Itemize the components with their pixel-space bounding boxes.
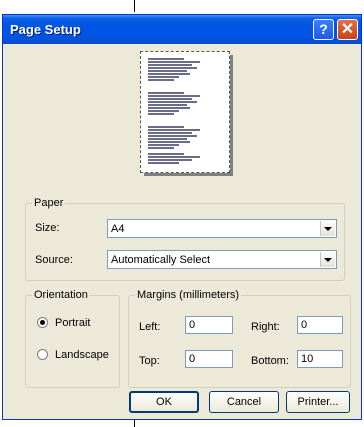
close-button[interactable]: ✕: [337, 19, 358, 40]
bottom-margin-label: Bottom:: [251, 355, 289, 367]
chevron-down-icon[interactable]: [320, 221, 335, 236]
landscape-radio[interactable]: [37, 349, 48, 360]
paper-group: Paper: [25, 196, 345, 281]
margins-group-label: Margins (millimeters): [135, 288, 242, 302]
page-preview: [140, 51, 230, 173]
right-margin-input[interactable]: 0: [297, 316, 343, 334]
top-margin-label: Top:: [139, 355, 160, 367]
bottom-margin-input[interactable]: 10: [297, 350, 343, 368]
help-icon: ?: [319, 21, 328, 37]
margins-group: Margins (millimeters): [128, 288, 351, 388]
portrait-label[interactable]: Portrait: [55, 316, 90, 330]
preview-text-block: [148, 92, 200, 123]
radio-selected-dot: [40, 320, 45, 325]
help-button[interactable]: ?: [313, 19, 334, 40]
preview-text-block: [148, 153, 200, 167]
orientation-group: Orientation: [25, 288, 120, 388]
preview-text-block: [148, 58, 200, 89]
preview-shadow: [230, 55, 233, 175]
source-label: Source:: [35, 254, 73, 266]
source-value: Automatically Select: [111, 254, 211, 266]
preview-shadow: [144, 173, 233, 176]
size-label: Size:: [35, 222, 60, 234]
size-select[interactable]: A4: [107, 219, 337, 238]
right-margin-label: Right:: [251, 321, 280, 333]
cancel-button[interactable]: Cancel: [209, 391, 279, 413]
paper-group-label: Paper: [32, 196, 66, 210]
left-margin-label: Left:: [139, 321, 161, 333]
source-select[interactable]: Automatically Select: [107, 250, 337, 269]
orientation-group-label: Orientation: [32, 288, 90, 302]
top-margin-input[interactable]: 0: [185, 350, 233, 368]
portrait-radio[interactable]: [37, 317, 48, 328]
chevron-down-icon[interactable]: [320, 252, 335, 267]
left-margin-input[interactable]: 0: [185, 316, 233, 334]
title-bar[interactable]: Page Setup ? ✕: [3, 15, 361, 44]
landscape-label[interactable]: Landscape: [55, 348, 109, 362]
size-value: A4: [111, 223, 125, 235]
page-setup-dialog: Page Setup ? ✕ Paper Size: A4 Source: Au…: [2, 14, 362, 420]
background-line-top: [134, 0, 135, 12]
printer-button[interactable]: Printer...: [286, 391, 350, 413]
close-icon: ✕: [340, 21, 355, 38]
ok-button[interactable]: OK: [129, 391, 199, 413]
dialog-title: Page Setup: [10, 22, 81, 37]
